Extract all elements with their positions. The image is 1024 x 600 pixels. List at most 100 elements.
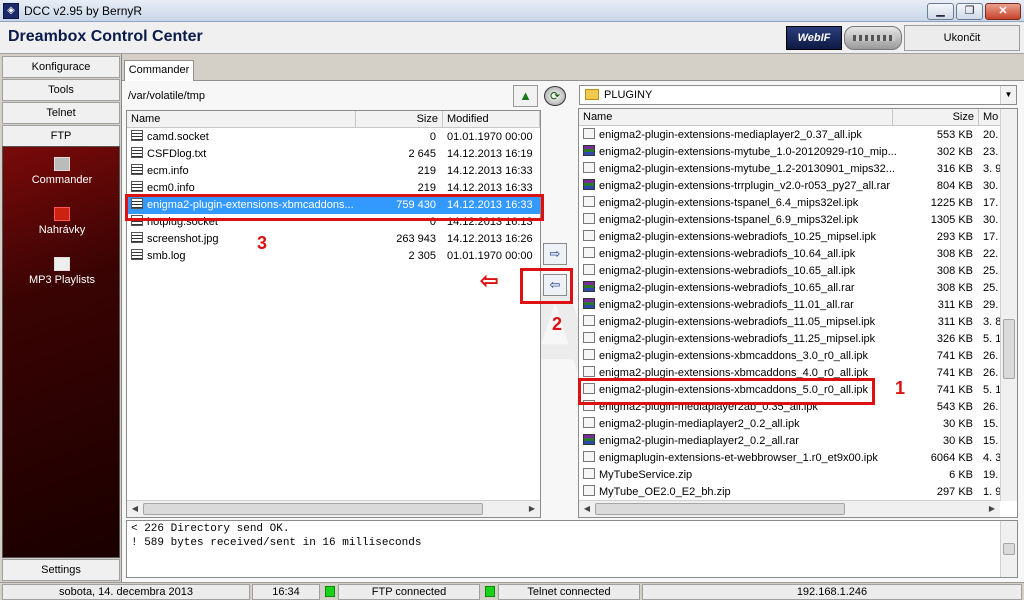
left-file-list: Name Size Modified camd.socket 0 01.01.197… <box>126 110 541 518</box>
scroll-thumb[interactable] <box>1003 319 1015 379</box>
sidebar-item-nahravky[interactable]: Nahrávky <box>3 207 121 236</box>
sidebar-item-label: Commander <box>31 174 93 186</box>
table-row[interactable]: enigmaplugin-extensions-et-webbrowser_1.… <box>579 450 1001 467</box>
scroll-thumb[interactable] <box>143 503 483 515</box>
sidebar-item-ftp[interactable]: FTP <box>2 125 120 147</box>
right-path-select[interactable]: PLUGINY ▼ <box>579 85 1017 105</box>
sidebar-item-konfigurace[interactable]: Konfigurace <box>2 56 120 78</box>
scroll-right-icon[interactable]: ▶ <box>986 503 998 515</box>
sidebar-item-tools[interactable]: Tools <box>2 79 120 101</box>
left-horizontal-scrollbar[interactable]: ◀ ▶ <box>127 500 540 517</box>
webif-logo[interactable]: WebIF <box>786 26 842 50</box>
table-row[interactable]: enigma2-plugin-extensions-webradiofs_10.… <box>579 263 1000 280</box>
file-modified: 22. <box>983 248 999 260</box>
scroll-right-icon[interactable]: ▶ <box>526 503 538 515</box>
file-icon <box>131 147 143 158</box>
table-row[interactable]: enigma2-plugin-extensions-tspanel_6.4_mi… <box>579 195 1000 212</box>
table-row[interactable]: enigma2-plugin-extensions-mytube_1.2-201… <box>579 161 1001 178</box>
left-col-name[interactable]: Name <box>127 111 356 128</box>
parent-directory-button[interactable]: ▲ <box>513 85 538 107</box>
file-size: 311 KB <box>937 316 973 328</box>
package-icon <box>583 468 595 479</box>
table-row[interactable]: enigma2-plugin-extensions-webradiofs_10.… <box>579 229 1000 246</box>
file-modified: 3. 8 <box>983 316 1002 328</box>
tab-commander[interactable]: Commander <box>124 60 194 81</box>
scroll-thumb[interactable] <box>1003 543 1015 555</box>
file-modified: 01.01.1970 00:00 <box>447 250 533 262</box>
right-col-name[interactable]: Name <box>579 109 893 126</box>
status-ftp: FTP connected <box>338 584 480 600</box>
table-row[interactable]: enigma2-plugin-extensions-trrplugin_v2.0… <box>579 178 1000 195</box>
table-row[interactable]: MyTubeService.zip 6 KB 19. <box>579 467 1000 484</box>
sidebar-item-mp3-playlists[interactable]: MP3 Playlists <box>3 257 121 286</box>
table-row[interactable]: enigma2-plugin-mediaplayer2_0.2_all.rar 3… <box>579 433 1000 450</box>
left-col-size[interactable]: Size <box>356 111 443 128</box>
close-button[interactable]: ✕ <box>985 3 1021 20</box>
sidebar-item-telnet[interactable]: Telnet <box>2 102 120 124</box>
file-modified: 26. <box>983 367 999 379</box>
file-size: 293 KB <box>936 231 973 243</box>
file-size: 2 645 <box>408 148 436 160</box>
file-name: enigma2-plugin-extensions-tspanel_6.4_mi… <box>583 195 858 212</box>
rar-archive-icon <box>583 298 595 309</box>
table-row[interactable]: ecm.info 219 14.12.2013 16:33 <box>127 163 540 180</box>
table-row[interactable]: screenshot.jpg 263 943 14.12.2013 16:26 <box>127 231 540 248</box>
right-horizontal-scrollbar[interactable]: ◀ ▶ <box>579 500 1000 517</box>
minimize-button[interactable]: ▁ <box>927 3 954 20</box>
refresh-icon[interactable]: ⟳ <box>544 86 566 106</box>
right-vertical-scrollbar[interactable] <box>1000 109 1017 501</box>
annotation-box-1 <box>578 378 875 405</box>
table-row[interactable]: enigma2-plugin-extensions-mytube_1.0-201… <box>579 144 1000 161</box>
file-name: enigma2-plugin-extensions-webradiofs_10.… <box>583 280 855 297</box>
settings-button[interactable]: Settings <box>2 559 120 581</box>
log-console[interactable]: < 226 Directory send OK. ! 589 bytes rec… <box>126 520 1018 578</box>
sidebar-item-commander[interactable]: Commander <box>3 157 121 186</box>
file-name: enigma2-plugin-extensions-webradiofs_11.… <box>583 314 875 331</box>
file-name: enigma2-plugin-extensions-webradiofs_11.… <box>583 297 854 314</box>
remote-control-icon[interactable] <box>844 26 902 50</box>
rar-archive-icon <box>583 281 595 292</box>
file-size: 553 KB <box>936 129 973 141</box>
file-modified: 29. <box>983 299 999 311</box>
table-row[interactable]: enigma2-plugin-extensions-mediaplayer2_0… <box>579 127 1000 144</box>
exit-button[interactable]: Ukončit <box>904 25 1020 51</box>
file-size: 308 KB <box>936 248 973 260</box>
table-row[interactable]: MyTube_OE2.0_E2_bh.zip 297 KB 1. 9 <box>579 484 1001 501</box>
file-size: 326 KB <box>936 333 973 345</box>
annotation-number-2: 2 <box>552 314 563 334</box>
maximize-button[interactable]: ❐ <box>956 3 983 20</box>
file-name: enigma2-plugin-extensions-webradiofs_10.… <box>583 246 855 263</box>
table-row[interactable]: enigma2-plugin-extensions-webradiofs_11.… <box>579 331 1001 348</box>
file-name: enigma2-plugin-extensions-mytube_1.2-201… <box>583 161 895 178</box>
scroll-left-icon[interactable]: ◀ <box>581 503 593 515</box>
status-time: 16:34 <box>252 584 320 600</box>
chevron-down-icon[interactable]: ▼ <box>1000 86 1016 104</box>
table-row[interactable]: camd.socket 0 01.01.1970 00:00 <box>127 129 540 146</box>
right-col-modified[interactable]: Mo <box>979 109 1002 126</box>
scroll-thumb[interactable] <box>595 503 845 515</box>
table-row[interactable]: enigma2-plugin-extensions-webradiofs_10.… <box>579 280 1000 297</box>
file-modified: 30. <box>983 180 999 192</box>
copy-to-right-button[interactable]: ⇨ <box>543 243 567 265</box>
scroll-left-icon[interactable]: ◀ <box>129 503 141 515</box>
table-row[interactable]: enigma2-plugin-extensions-webradiofs_10.… <box>579 246 1000 263</box>
file-name: enigma2-plugin-extensions-xbmcaddons_3.0… <box>583 348 868 365</box>
package-icon <box>583 247 595 258</box>
file-name: smb.log <box>131 248 186 265</box>
log-scrollbar[interactable] <box>1000 521 1017 577</box>
file-modified: 5. 1 <box>983 384 1002 396</box>
table-row[interactable]: enigma2-plugin-extensions-webradiofs_11.… <box>579 297 1000 314</box>
table-row[interactable]: CSFDlog.txt 2 645 14.12.2013 16:19 <box>127 146 540 163</box>
right-path-label: PLUGINY <box>604 89 653 101</box>
file-size: 0 <box>429 131 436 143</box>
file-size: 6 KB <box>949 469 973 481</box>
right-col-size[interactable]: Size <box>893 109 979 126</box>
left-col-modified[interactable]: Modified <box>443 111 540 128</box>
table-row[interactable]: enigma2-plugin-mediaplayer2_0.2_all.ipk 3… <box>579 416 1000 433</box>
table-row[interactable]: enigma2-plugin-extensions-tspanel_6.9_mi… <box>579 212 1000 229</box>
table-row[interactable]: enigma2-plugin-extensions-webradiofs_11.… <box>579 314 1002 331</box>
table-row[interactable]: enigma2-plugin-extensions-xbmcaddons_3.0… <box>579 348 1000 365</box>
table-row[interactable]: smb.log 2 305 01.01.1970 00:00 <box>127 248 540 265</box>
file-size: 30 KB <box>943 435 973 447</box>
package-icon <box>583 315 595 326</box>
